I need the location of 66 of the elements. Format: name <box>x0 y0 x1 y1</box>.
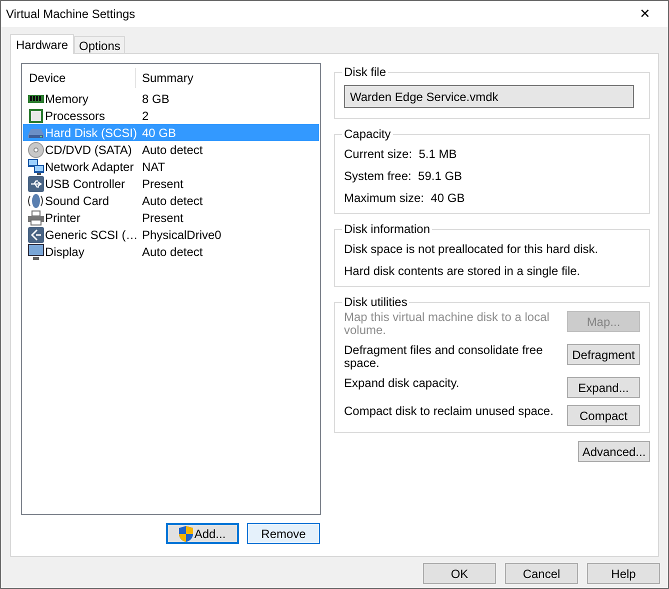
device-row[interactable]: CD/DVD (SATA) Auto detect <box>23 141 319 158</box>
network-computers-icon <box>28 158 44 174</box>
close-button[interactable]: ✕ <box>622 1 668 27</box>
device-name: Processors <box>45 108 106 124</box>
dialog-button[interactable]: OK <box>423 563 496 584</box>
capacity-line: Maximum size: 40 GB <box>344 190 466 207</box>
device-name: Network Adapter <box>45 158 134 176</box>
disc-icon <box>28 142 44 158</box>
utility-description: Defragment files and consolidate free space. <box>344 344 544 370</box>
info-line: Disk space is not preallocated for this hard disk. <box>344 241 600 258</box>
device-summary: Auto detect <box>141 142 203 158</box>
utility-button[interactable]: Compact <box>567 405 640 426</box>
column-header[interactable]: Device <box>23 68 136 88</box>
device-summary: NAT <box>141 158 166 176</box>
group-title: Disk file <box>343 64 388 81</box>
device-name: Printer <box>45 210 80 226</box>
speaker-icon <box>28 192 44 208</box>
dialog-button[interactable]: Cancel <box>505 563 578 584</box>
device-name: Memory <box>45 90 88 108</box>
info-line: Hard disk contents are stored in a single file. <box>344 263 582 280</box>
device-name: USB Controller <box>45 176 126 192</box>
disk-file-field[interactable]: Warden Edge Service.vmdk <box>344 85 634 108</box>
device-name: Display <box>45 244 84 260</box>
window-title: Virtual Machine Settings <box>6 6 136 23</box>
device-name: Sound Card <box>45 192 110 210</box>
list-action-button[interactable]: Add... <box>166 523 239 544</box>
device-row[interactable]: Memory 8 GB <box>23 90 319 107</box>
dialog-button[interactable]: Help <box>587 563 660 584</box>
device-summary: 40 GB <box>141 124 176 142</box>
scsi-device-icon <box>28 226 44 242</box>
device-summary: Present <box>141 210 184 226</box>
device-summary: 8 GB <box>141 90 170 108</box>
utility-description: Compact disk to reclaim unused space. <box>344 405 554 418</box>
device-row[interactable]: Generic SCSI (… PhysicalDrive0 <box>23 226 319 243</box>
device-summary: PhysicalDrive0 <box>141 226 222 244</box>
device-row[interactable]: Processors 2 <box>23 107 319 124</box>
group-title: Disk information <box>343 221 432 238</box>
utility-button[interactable]: Defragment <box>567 344 640 365</box>
device-summary: 2 <box>141 108 149 124</box>
device-row[interactable]: Sound Card Auto detect <box>23 192 319 209</box>
utility-description: Expand disk capacity. <box>344 377 460 390</box>
capacity-line: System free: 59.1 GB <box>344 168 464 185</box>
device-summary: Auto detect <box>141 192 203 210</box>
device-name: Hard Disk (SCSI) <box>45 124 138 142</box>
capacity-line: Current size: 5.1 MB <box>344 146 458 163</box>
device-row[interactable]: USB Controller Present <box>23 175 319 192</box>
monitor-icon <box>28 244 44 260</box>
device-summary: Present <box>141 176 184 192</box>
group-title: Capacity <box>343 126 392 143</box>
advanced-button[interactable]: Advanced... <box>578 441 650 462</box>
tab[interactable]: Hardware <box>10 34 74 54</box>
printer-icon <box>28 210 44 226</box>
tab[interactable]: Options <box>74 36 126 53</box>
group-title: Disk utilities <box>343 294 408 311</box>
processor-chip-icon <box>28 108 44 124</box>
device-name: CD/DVD (SATA) <box>45 142 132 158</box>
device-row[interactable]: Display Auto detect <box>23 243 319 260</box>
column-header[interactable]: Summary <box>136 68 319 88</box>
device-row[interactable]: Printer Present <box>23 209 319 226</box>
device-name: Generic SCSI (… <box>45 226 138 244</box>
device-summary: Auto detect <box>141 244 203 260</box>
usb-icon <box>28 176 44 192</box>
utility-button[interactable]: Expand... <box>567 377 640 398</box>
utility-description: Map this virtual machine disk to a local volume. <box>344 311 550 337</box>
list-action-button[interactable]: Remove <box>247 523 320 544</box>
device-row[interactable]: Network Adapter NAT <box>23 158 319 175</box>
